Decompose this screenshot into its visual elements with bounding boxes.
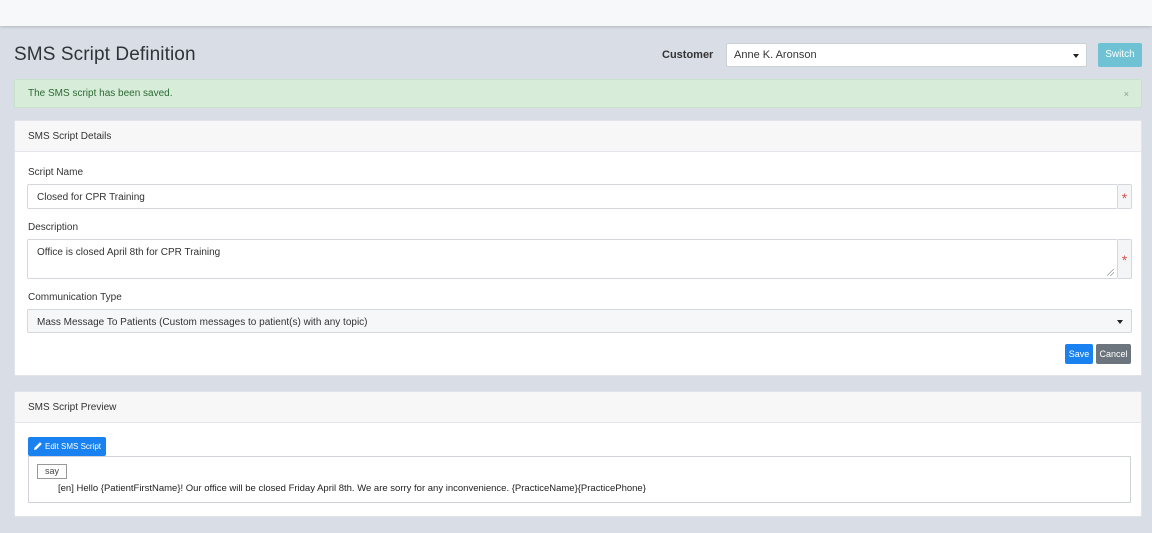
page-title: SMS Script Definition bbox=[14, 44, 196, 65]
required-indicator: * bbox=[1118, 184, 1132, 209]
script-preview-card: SMS Script Preview Edit SMS Script say [… bbox=[14, 391, 1142, 517]
edit-sms-script-button[interactable]: Edit SMS Script bbox=[28, 437, 106, 456]
required-indicator: * bbox=[1118, 239, 1132, 279]
communication-type-select[interactable]: Mass Message To Patients (Custom message… bbox=[27, 309, 1132, 333]
switch-button[interactable]: Switch bbox=[1098, 43, 1142, 67]
chevron-down-icon bbox=[1073, 54, 1079, 58]
customer-select-value: Anne K. Aronson bbox=[734, 49, 817, 61]
script-name-value: Closed for CPR Training bbox=[37, 192, 145, 203]
customer-select[interactable]: Anne K. Aronson bbox=[726, 43, 1087, 67]
communication-type-label: Communication Type bbox=[28, 292, 122, 303]
close-icon[interactable]: × bbox=[1124, 89, 1129, 99]
script-preview-header: SMS Script Preview bbox=[15, 392, 1141, 423]
script-details-header: SMS Script Details bbox=[15, 121, 1141, 152]
description-label: Description bbox=[28, 222, 79, 233]
communication-type-value: Mass Message To Patients (Custom message… bbox=[37, 317, 368, 328]
alert-message: The SMS script has been saved. bbox=[28, 88, 173, 99]
description-textarea[interactable]: Office is closed April 8th for CPR Train… bbox=[27, 239, 1118, 279]
script-name-input[interactable]: Closed for CPR Training bbox=[27, 184, 1118, 209]
description-value: Office is closed April 8th for CPR Train… bbox=[37, 247, 221, 258]
cancel-button[interactable]: Cancel bbox=[1096, 344, 1131, 364]
success-alert: The SMS script has been saved. × bbox=[14, 79, 1142, 108]
resize-handle-icon[interactable] bbox=[1107, 269, 1114, 276]
script-details-card: SMS Script Details Script Name Closed fo… bbox=[14, 120, 1142, 376]
edit-sms-script-label: Edit SMS Script bbox=[45, 442, 102, 451]
script-preview-box: say [en] Hello {PatientFirstName}! Our o… bbox=[28, 456, 1131, 503]
say-tag: say bbox=[37, 464, 67, 479]
preview-message-text: [en] Hello {PatientFirstName}! Our offic… bbox=[58, 483, 646, 494]
top-nav-bar bbox=[0, 0, 1152, 26]
customer-label: Customer bbox=[662, 49, 714, 61]
save-button[interactable]: Save bbox=[1065, 344, 1093, 364]
script-name-label: Script Name bbox=[28, 167, 84, 178]
pencil-icon bbox=[34, 442, 42, 450]
chevron-down-icon bbox=[1117, 320, 1123, 324]
